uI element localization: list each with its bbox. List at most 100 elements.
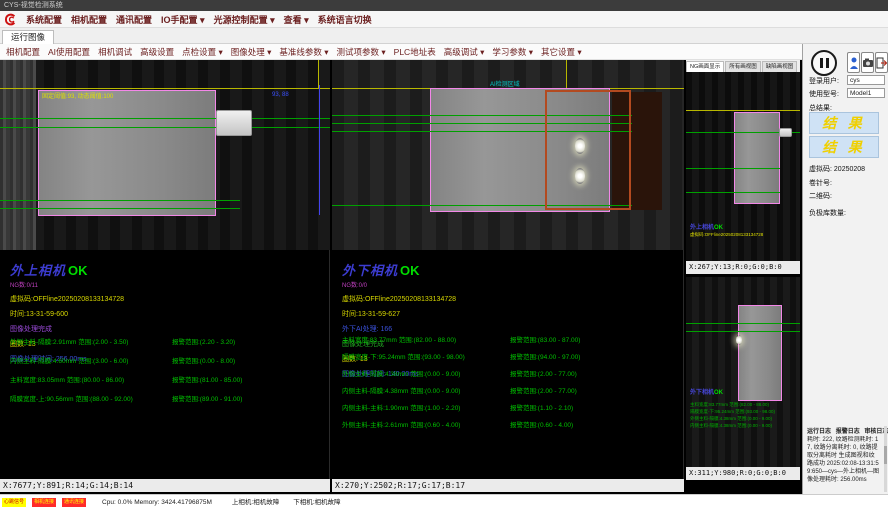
measurement-alarm: 报警范围:(2.00 - 77.00) xyxy=(510,368,577,378)
measurement-alarm: 报警范围:(1.10 - 2.10) xyxy=(510,402,573,412)
thumb-top-view[interactable]: NG画面显示 所有画视图 缺陷画视图 外上相机OK 虚拟码:OFFline202… xyxy=(686,60,800,274)
measure-line-overlay xyxy=(686,331,800,332)
left-camera-view[interactable]: 固定阈值:93, 动态阈值:100 93, 88 外上相机OK NG数:0/11… xyxy=(0,60,330,492)
user-lock-button[interactable] xyxy=(847,52,860,73)
log-tab-strip: 运行日志 报警日志 审核日志 xyxy=(807,426,888,435)
reflection-spot xyxy=(575,168,585,184)
left-camera-image[interactable]: 固定阈值:93, 动态阈值:100 93, 88 xyxy=(0,60,330,250)
toolbar-spotcheck-settings[interactable]: 点检设置 ▾ xyxy=(182,46,223,58)
measurement-alarm: 报警范围:(89.00 - 91.00) xyxy=(172,393,242,403)
measurement-value: 内侧主料-隔膜:4.38mm 范围:(0.00 - 9.00) xyxy=(342,385,460,395)
thumb-bottom-image[interactable]: 外下相机OK 主料宽度:83.77mm 范围:(82.00 - 88.00) 隔… xyxy=(686,277,800,467)
tab-connector xyxy=(216,110,252,136)
cpu-memory-text: Cpu: 0.0% Memory: 3424.41796875M xyxy=(102,498,212,507)
mid-pixel-status: X:270;Y:2502;R:17;G:17;B:17 xyxy=(332,479,684,492)
camera-name-label: 外上相机 xyxy=(690,225,714,231)
mid-measurements: 主料宽度:83.77mm 范围:(82.00 - 88.00)报警范围:(83.… xyxy=(342,334,682,436)
menu-item-camera-config[interactable]: 相机配置 xyxy=(71,13,107,26)
login-user-field[interactable]: cys xyxy=(847,75,885,85)
model-field[interactable]: Model1 xyxy=(847,88,885,98)
measurement-value: 外侧主料-隔膜:4.38mm 范围:(0.00 - 9.00) xyxy=(342,368,460,378)
ng-count-label: NG数:0/0 xyxy=(342,280,456,289)
thumb-tab-all-views[interactable]: 所有画视图 xyxy=(725,61,761,72)
toolbar-test-params[interactable]: 测试项参数 ▾ xyxy=(337,46,386,58)
toolbar-plc-table[interactable]: PLC地址表 xyxy=(394,46,436,58)
ai-detect-box xyxy=(545,90,631,210)
toolbar-camera-config[interactable]: 相机配置 xyxy=(6,46,40,58)
toolbar-ai-config[interactable]: AI使用配置 xyxy=(48,46,90,58)
toolbar-other-settings[interactable]: 其它设置 ▾ xyxy=(541,46,582,58)
toolbar: 相机配置 AI使用配置 相机调试 高级设置 点检设置 ▾ 图像处理 ▾ 基准线参… xyxy=(0,44,802,60)
result-text: 结 果 xyxy=(822,137,866,157)
heartbeat-badge: 心跳信号 xyxy=(2,498,26,507)
app-window: CYS-视觉检测系统 系统配置 相机配置 通讯配置 IO手配置 ▾ 光源控制配置… xyxy=(0,0,888,522)
status-bar: 心跳信号 相机连接 通讯连接 Cpu: 0.0% Memory: 3424.41… xyxy=(0,494,888,522)
result-box-lower: 结 果 xyxy=(809,136,879,158)
comm-connect-badge: 通讯连接 xyxy=(62,498,86,507)
measurement-value: 主料宽度:83.77mm 范围:(82.00 - 88.00) xyxy=(342,334,456,344)
baseline-overlay xyxy=(566,60,567,88)
left-pixel-status: X:7677;Y:891;R:14;G:14;B:14 xyxy=(0,479,330,492)
edge-line-overlay xyxy=(319,85,320,215)
login-user-label: 登录用户: xyxy=(809,76,839,86)
material-web-region xyxy=(734,112,780,204)
menu-item-language-switch[interactable]: 系统语言切换 xyxy=(318,13,372,26)
window-titlebar: CYS-视觉检测系统 xyxy=(0,0,888,11)
log-text: 耗时: 222, 纹路检测耗时: 17, 纹路分离耗时: 0, 纹路提取分离耗时… xyxy=(807,436,879,490)
measurement-alarm: 报警范围:(0.00 - 8.00) xyxy=(172,355,235,365)
measurement-value: 隔膜宽度-下:95.24mm 范围:(93.00 - 98.00) xyxy=(690,408,775,415)
baseline-overlay xyxy=(0,88,330,89)
measurement-alarm: 报警范围:(2.20 - 3.20) xyxy=(172,336,235,346)
toolbar-advanced-debug[interactable]: 高级调试 ▾ xyxy=(444,46,485,58)
baseline-overlay xyxy=(686,110,800,111)
measurement-row: 内侧主料-隔膜:4.60mm 范围:(3.00 - 6.00)报警范围:(0.0… xyxy=(10,355,330,374)
thumb-tab-ng-display[interactable]: NG画面显示 xyxy=(686,61,724,72)
log-tab-alarm[interactable]: 报警日志 xyxy=(836,429,860,435)
measure-line-overlay xyxy=(0,118,330,119)
mid-camera-view[interactable]: AI检测区域 外下相机OK NG数:0/0 虚拟码:OFFline2025020… xyxy=(332,60,684,492)
thumb-caption: 外下相机OK xyxy=(690,387,723,396)
user-icon xyxy=(849,56,859,70)
baseline-overlay xyxy=(318,60,319,88)
exit-button[interactable] xyxy=(875,52,888,73)
toolbar-camera-debug[interactable]: 相机调试 xyxy=(98,46,132,58)
result-ok-label: OK xyxy=(714,225,723,231)
thumb-caption: 外上相机OK xyxy=(690,222,723,231)
thumb-tab-defect-views[interactable]: 缺陷画视图 xyxy=(762,61,798,72)
menu-item-view[interactable]: 查看 ▾ xyxy=(284,13,309,26)
measurement-row: 内侧主料-主料:1.90mm 范围:(1.00 - 2.20) 报警范围:(1.1… xyxy=(342,402,682,419)
mid-camera-image[interactable]: AI检测区域 xyxy=(332,60,684,250)
ai-time-label: 外下AI处理: 166 xyxy=(342,324,456,334)
scrollbar-thumb[interactable] xyxy=(884,446,887,464)
measurement-value: 内侧主料-主料:1.90mm 范围:(1.00 - 2.20) xyxy=(342,402,460,412)
thumb-top-image[interactable]: 外上相机OK 虚拟码:OFFline20250208133134728 xyxy=(686,72,800,261)
camera-name-label: 外下相机 xyxy=(342,263,398,278)
toolbar-learn-params[interactable]: 学习参数 ▾ xyxy=(492,46,533,58)
pause-button[interactable] xyxy=(811,50,837,76)
tab-run-image[interactable]: 运行图像 xyxy=(2,30,54,44)
negative-count-label: 负极库数量: xyxy=(809,208,846,218)
log-tab-run[interactable]: 运行日志 xyxy=(807,429,831,435)
log-scrollbar[interactable] xyxy=(884,426,887,492)
toolbar-advanced-settings[interactable]: 高级设置 xyxy=(140,46,174,58)
menu-item-io-config[interactable]: IO手配置 ▾ xyxy=(161,13,205,26)
menu-item-comm-config[interactable]: 通讯配置 xyxy=(116,13,152,26)
camera-button[interactable] xyxy=(861,52,874,73)
toolbar-baseline-params[interactable]: 基准线参数 ▾ xyxy=(279,46,328,58)
time-label: 时间:13-31-59-627 xyxy=(342,309,456,319)
measurement-value: 外侧主料-隔膜:2.91mm 范围:(2.00 - 3.50) xyxy=(10,336,128,346)
menu-item-system-config[interactable]: 系统配置 xyxy=(26,13,62,26)
result-ok-label: OK xyxy=(714,390,723,396)
left-measurements: 外侧主料-隔膜:2.91mm 范围:(2.00 - 3.50) 报警范围:(2.2… xyxy=(10,336,330,412)
thumb-tab-strip: NG画面显示 所有画视图 缺陷画视图 xyxy=(686,60,800,72)
tab-strip: 运行图像 xyxy=(0,28,888,44)
menu-item-light-config[interactable]: 光源控制配置 ▾ xyxy=(214,13,275,26)
measure-line-overlay xyxy=(0,200,240,201)
measurement-value: 主料宽度:83.05mm 范围:(80.00 - 86.00) xyxy=(10,374,124,384)
measurement-row: 内侧主料-隔膜:4.38mm 范围:(0.00 - 9.00)报警范围:(2.0… xyxy=(342,385,682,402)
toolbar-image-processing[interactable]: 图像处理 ▾ xyxy=(231,46,272,58)
measure-line-overlay xyxy=(686,323,800,324)
result-ok-label: OK xyxy=(400,263,420,278)
thumb-bottom-view[interactable]: 外下相机OK 主料宽度:83.77mm 范围:(82.00 - 88.00) 隔… xyxy=(686,277,800,480)
measurement-alarm: 报警范围:(94.00 - 97.00) xyxy=(510,351,580,361)
